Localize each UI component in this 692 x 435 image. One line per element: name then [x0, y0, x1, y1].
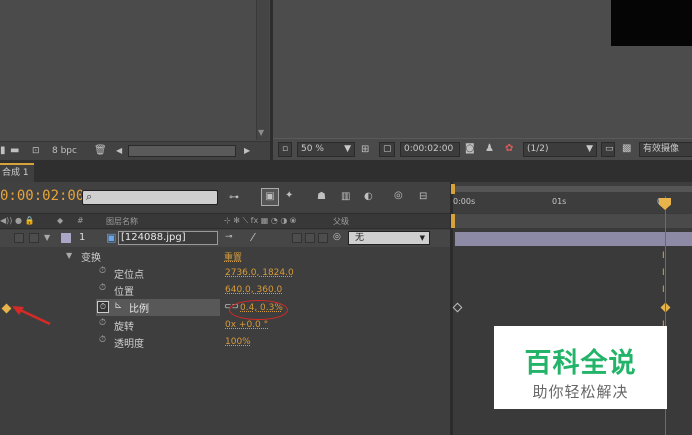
- draft-3d-icon[interactable]: ✦: [285, 190, 293, 202]
- switch-box[interactable]: [318, 233, 328, 243]
- composition-canvas[interactable]: [611, 0, 692, 46]
- graph-editor-icon[interactable]: ◎: [394, 190, 403, 202]
- transform-collapse-icon[interactable]: ▼: [66, 251, 72, 260]
- ruler-label-1: 01s: [552, 197, 567, 206]
- switches-header: ⊹ ✻ ⟍ fx ▦ ◔ ◑ ⦿: [224, 216, 297, 225]
- live-update-icon[interactable]: ▣: [261, 188, 279, 206]
- viewer-toolbar: ▫ 50 % ▼ ⊞ ▢ 0:00:02:00 ◙ ♟ ✿ (1/2) ▼ ▭ ▩ …: [273, 138, 692, 160]
- switch-box[interactable]: [305, 233, 315, 243]
- parent-value: 无: [355, 233, 365, 243]
- layer-name[interactable]: [124088.jpg]: [118, 231, 218, 245]
- rotation-value[interactable]: 0x +0.0 °: [225, 320, 268, 330]
- stopwatch-icon[interactable]: ⏱: [99, 318, 106, 328]
- folder-icon[interactable]: ▬: [10, 145, 19, 157]
- scale-label: 比例: [129, 304, 149, 315]
- composition-icon[interactable]: ⊡: [32, 145, 40, 157]
- layer-search-input[interactable]: [82, 190, 218, 205]
- stopwatch-icon[interactable]: ⏱: [99, 335, 106, 345]
- project-footer: ▮ ▬ ⊡ 8 bpc 🗑 ◀ ▶: [0, 141, 270, 160]
- scroll-right-icon[interactable]: ▶: [244, 145, 250, 157]
- opacity-value[interactable]: 100%: [225, 337, 251, 347]
- shy-switch-icon[interactable]: ⊸: [225, 232, 233, 242]
- resolution-value: (1/2): [527, 144, 549, 154]
- transform-reset-link[interactable]: 重置: [224, 250, 242, 263]
- frame-blending-icon[interactable]: ▥: [341, 191, 350, 203]
- watermark-title: 百科全说: [524, 348, 637, 379]
- project-scrollbar[interactable]: [256, 0, 269, 140]
- hide-shy-layers-icon[interactable]: ☗: [317, 191, 326, 203]
- current-time-display[interactable]: 0:00:02:00: [0, 188, 84, 204]
- always-preview-icon[interactable]: ▫: [278, 142, 292, 157]
- brainstorm-icon[interactable]: ⊟: [419, 191, 427, 203]
- annotation-circle: [229, 300, 288, 320]
- anchor-point-label: 定位点: [114, 270, 144, 281]
- trash-icon[interactable]: 🗑: [94, 145, 107, 157]
- scroll-down-arrow-icon[interactable]: ▼: [258, 128, 264, 137]
- bit-depth-label[interactable]: 8 bpc: [52, 145, 77, 157]
- opacity-label: 透明度: [114, 339, 144, 350]
- annotation-arrow-icon: [12, 306, 51, 326]
- anchor-point-value[interactable]: 2736.0, 1824.0: [225, 268, 294, 278]
- solo-switch[interactable]: [14, 233, 24, 243]
- stopwatch-icon[interactable]: ⏱: [99, 283, 106, 293]
- switch-box[interactable]: [292, 233, 302, 243]
- quality-switch-icon[interactable]: ⁄: [252, 231, 254, 244]
- layer-number-header: #: [77, 216, 84, 225]
- source-name-header[interactable]: 图层名称: [106, 216, 138, 227]
- rotation-label: 旋转: [114, 322, 134, 333]
- pick-whip-icon[interactable]: ◎: [333, 232, 341, 242]
- motion-blur-icon[interactable]: ◐: [364, 191, 373, 203]
- layer-duration-bar[interactable]: [455, 232, 692, 246]
- layer-row[interactable]: ▼ 1 ▣ [124088.jpg] ⊸ ⁄ ◎ 无 ▼: [0, 230, 450, 247]
- position-value[interactable]: 640.0, 360.0: [225, 285, 282, 295]
- stopwatch-active-icon[interactable]: ⏱: [97, 301, 109, 313]
- horizontal-scrollbar[interactable]: [128, 145, 236, 157]
- chevron-down-icon: ▼: [586, 144, 593, 154]
- lock-switch[interactable]: [29, 233, 39, 243]
- composition-mini-flowchart-icon[interactable]: ⊶: [229, 192, 239, 204]
- project-panel: [0, 0, 270, 160]
- image-file-icon: ▣: [106, 231, 117, 244]
- show-snapshot-icon[interactable]: ♟: [485, 143, 494, 155]
- tab-composition-1[interactable]: 合成 1: [0, 163, 34, 182]
- av-features-header: ◀)) ● 🔒: [0, 216, 35, 225]
- timeline-tab-bar: [0, 160, 692, 182]
- new-folder-edge-icon[interactable]: ▮: [0, 145, 6, 157]
- zoom-select[interactable]: 50 % ▼: [297, 142, 355, 157]
- work-area-start-handle[interactable]: [451, 184, 455, 194]
- parent-header: 父级: [333, 217, 349, 226]
- mask-visibility-icon[interactable]: ▢: [379, 142, 395, 157]
- transparency-grid-icon[interactable]: ▩: [622, 143, 631, 155]
- scroll-left-icon[interactable]: ◀: [116, 145, 122, 157]
- ruler-label-0: 0:00s: [453, 197, 476, 206]
- search-icon: ⌕: [86, 190, 93, 203]
- chevron-down-icon: ▼: [419, 234, 425, 242]
- work-area-track: [453, 214, 692, 228]
- in-point-marker[interactable]: [451, 214, 455, 228]
- stopwatch-icon[interactable]: ⏱: [99, 266, 106, 276]
- grid-icon[interactable]: ⊞: [361, 144, 369, 156]
- layer-index: 1: [79, 232, 86, 243]
- channel-rgb-icon[interactable]: ✿: [505, 143, 513, 155]
- snapshot-camera-icon[interactable]: ◙: [465, 143, 475, 155]
- active-camera-select[interactable]: 有效摄像: [639, 142, 692, 157]
- parent-select[interactable]: 无 ▼: [348, 231, 430, 245]
- watermark-subtitle: 助你轻松解决: [532, 383, 629, 401]
- transform-label[interactable]: 变换: [81, 249, 101, 264]
- work-area-bar[interactable]: [453, 186, 692, 192]
- position-label: 位置: [114, 287, 134, 298]
- graph-icon[interactable]: ⊾: [114, 300, 122, 311]
- chevron-down-icon: ▼: [344, 144, 351, 154]
- resolution-select[interactable]: (1/2) ▼: [523, 142, 597, 157]
- collapse-triangle-icon[interactable]: ▼: [44, 233, 50, 242]
- label-color-swatch[interactable]: [61, 233, 71, 243]
- region-of-interest-icon[interactable]: ▭: [601, 142, 615, 157]
- timecode-box[interactable]: 0:00:02:00: [400, 142, 460, 157]
- zoom-value: 50 %: [301, 144, 324, 154]
- label-tag-icon: ◆: [57, 216, 64, 225]
